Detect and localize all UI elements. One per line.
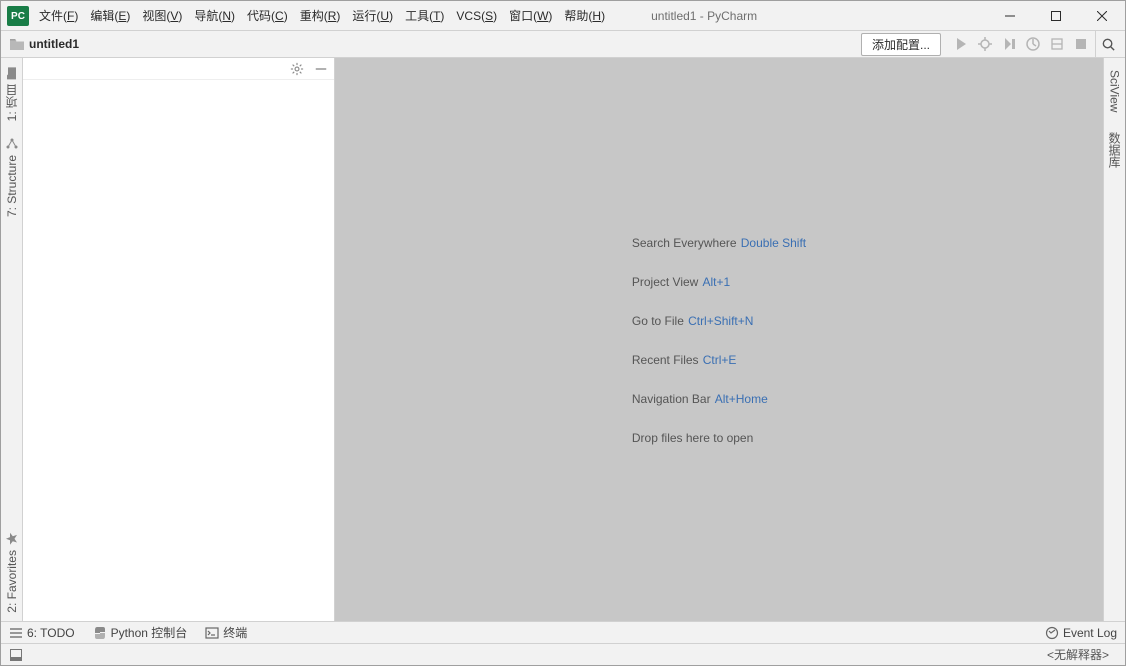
menu-item-9[interactable]: 窗口(W) [503, 1, 558, 31]
python-icon [93, 626, 107, 640]
favorites-tool-label: 2: Favorites [5, 550, 19, 613]
add-configuration-button[interactable]: 添加配置... [861, 33, 941, 56]
hint-label: Search Everywhere [632, 236, 737, 250]
hint-shortcut: Alt+1 [703, 275, 731, 289]
menu-item-5[interactable]: 重构(R) [294, 1, 347, 31]
minimize-button[interactable] [987, 1, 1033, 31]
titlebar: PC 文件(F)编辑(E)视图(V)导航(N)代码(C)重构(R)运行(U)工具… [1, 1, 1125, 31]
editor-hint-1: Project View Alt+1 [632, 273, 806, 290]
menu-item-6[interactable]: 运行(U) [346, 1, 399, 31]
run-toolbar [947, 36, 1095, 52]
project-tool-label: 1: 项目 [3, 84, 20, 121]
hint-label: Go to File [632, 314, 684, 328]
hint-shortcut: Double Shift [741, 236, 806, 250]
editor-hint-4: Navigation Bar Alt+Home [632, 390, 806, 407]
left-tool-stripe: 1: 项目 7: Structure 2: Favorites [1, 58, 23, 621]
tool-window-sciview[interactable]: SciView [1106, 58, 1124, 120]
maximize-button[interactable] [1033, 1, 1079, 31]
tool-window-event-log[interactable]: Event Log [1045, 626, 1117, 640]
folder-icon [9, 37, 25, 51]
tool-window-structure[interactable]: 7: Structure [3, 129, 21, 225]
event-log-icon [1045, 626, 1059, 640]
project-panel [23, 58, 335, 621]
run-icon[interactable] [953, 36, 969, 52]
menu-item-4[interactable]: 代码(C) [241, 1, 294, 31]
sciview-label: SciView [1108, 70, 1122, 112]
window-controls [987, 1, 1125, 30]
search-everywhere-button[interactable] [1095, 31, 1121, 57]
event-log-label: Event Log [1063, 626, 1117, 640]
todo-icon [9, 626, 23, 640]
tool-window-todo[interactable]: 6: TODO [9, 626, 75, 640]
bottom-tool-stripe: 6: TODO Python 控制台 终端 Event Log [1, 621, 1125, 643]
terminal-icon [205, 626, 219, 640]
tool-window-python-console[interactable]: Python 控制台 [93, 624, 188, 641]
tool-window-terminal[interactable]: 终端 [205, 624, 247, 641]
tool-window-favorites[interactable]: 2: Favorites [3, 524, 21, 621]
hint-label: Recent Files [632, 353, 699, 367]
menu-item-2[interactable]: 视图(V) [136, 1, 188, 31]
status-toggle-icon[interactable] [9, 648, 23, 662]
star-icon [5, 532, 19, 546]
hint-label: Navigation Bar [632, 392, 711, 406]
project-tool-icon [5, 66, 19, 80]
profile-icon[interactable] [1025, 36, 1041, 52]
editor-hint-2: Go to File Ctrl+Shift+N [632, 312, 806, 329]
hint-shortcut: Ctrl+Shift+N [688, 314, 753, 328]
right-tool-stripe: SciView 数据库 [1103, 58, 1125, 621]
editor-hint-3: Recent Files Ctrl+E [632, 351, 806, 368]
tool-window-project[interactable]: 1: 项目 [1, 58, 22, 129]
menu-item-10[interactable]: 帮助(H) [558, 1, 611, 31]
editor-empty-state: Search Everywhere Double Shift Project Vi… [335, 58, 1103, 621]
app-icon: PC [7, 6, 29, 26]
main-body: 1: 项目 7: Structure 2: Favorites [1, 58, 1125, 621]
menu-bar: 文件(F)编辑(E)视图(V)导航(N)代码(C)重构(R)运行(U)工具(T)… [33, 1, 611, 30]
structure-tool-label: 7: Structure [5, 155, 19, 217]
navigation-bar: untitled1 添加配置... [1, 31, 1125, 58]
python-console-label: Python 控制台 [111, 624, 188, 641]
hint-shortcut: Ctrl+E [703, 353, 737, 367]
database-label: 数据库 [1106, 132, 1123, 168]
editor-hint-0: Search Everywhere Double Shift [632, 234, 806, 251]
todo-label: 6: TODO [27, 626, 75, 640]
terminal-label: 终端 [223, 624, 247, 641]
stop-icon[interactable] [1073, 36, 1089, 52]
shortcut-hints: Search Everywhere Double Shift Project Vi… [632, 234, 806, 446]
project-panel-header [23, 58, 334, 80]
menu-item-3[interactable]: 导航(N) [188, 1, 241, 31]
tool-window-database[interactable]: 数据库 [1104, 120, 1125, 176]
hint-shortcut: Alt+Home [715, 392, 768, 406]
hint-label: Project View [632, 275, 698, 289]
hide-panel-icon[interactable] [314, 62, 328, 76]
hint-label: Drop files here to open [632, 431, 753, 445]
menu-item-7[interactable]: 工具(T) [399, 1, 450, 31]
menu-item-1[interactable]: 编辑(E) [84, 1, 136, 31]
breadcrumb-project[interactable]: untitled1 [29, 37, 79, 51]
editor-hint-5: Drop files here to open [632, 429, 806, 446]
window-title: untitled1 - PyCharm [611, 1, 987, 30]
interpreter-status[interactable]: <无解释器> [1039, 646, 1117, 663]
status-bar: <无解释器> [1, 643, 1125, 665]
menu-item-8[interactable]: VCS(S) [450, 1, 503, 31]
close-button[interactable] [1079, 1, 1125, 31]
gear-icon[interactable] [290, 62, 304, 76]
attach-icon[interactable] [1049, 36, 1065, 52]
run-with-coverage-icon[interactable] [1001, 36, 1017, 52]
structure-tool-icon [5, 137, 19, 151]
app-window: PC 文件(F)编辑(E)视图(V)导航(N)代码(C)重构(R)运行(U)工具… [0, 0, 1126, 666]
menu-item-0[interactable]: 文件(F) [33, 1, 84, 31]
debug-icon[interactable] [977, 36, 993, 52]
